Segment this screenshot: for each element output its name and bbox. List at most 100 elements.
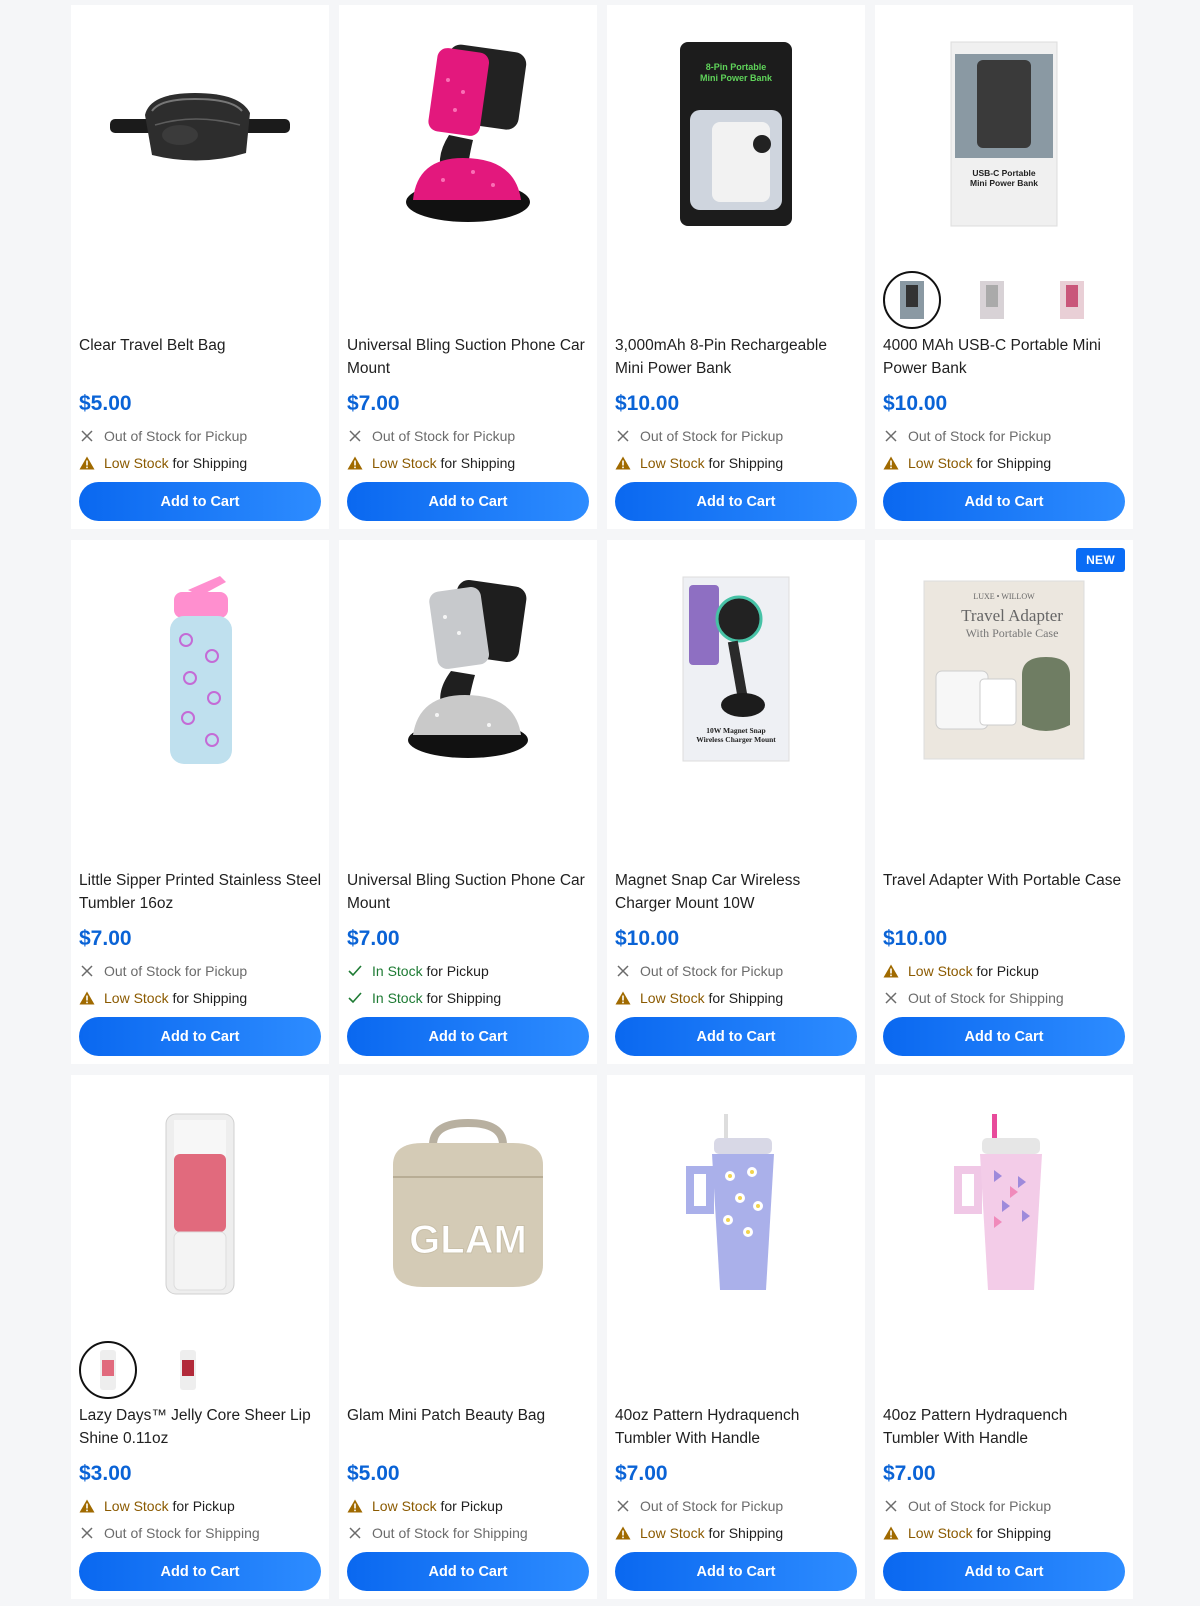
product-title[interactable]: Universal Bling Suction Phone Car Mount [347,869,591,915]
product-image[interactable] [607,1075,865,1335]
availability-text: Low Stock for Shipping [640,455,783,471]
product-title[interactable]: Travel Adapter With Portable Case [883,869,1127,892]
swatch-red[interactable] [159,1341,217,1399]
pickup-availability: Out of Stock for Pickup [79,428,247,444]
lip-shine-image [165,1113,235,1295]
product-image[interactable]: LUXE • WILLOW Travel Adapter With Portab… [875,540,1133,800]
product-price: $7.00 [79,927,132,950]
x-icon [883,1498,899,1514]
fulfillment-method: for Shipping [436,455,516,471]
x-icon [79,1525,95,1541]
swatch-silver[interactable] [963,271,1021,329]
stock-status: Out of Stock [640,428,718,444]
stock-status: Low Stock [908,963,973,979]
warning-icon [883,455,899,471]
shipping-availability: Low Stock for Shipping [615,455,783,471]
product-price: $7.00 [883,1462,936,1485]
product-card[interactable]: Clear Travel Belt Bag $5.00 Out of Stock… [71,5,329,529]
add-to-cart-button[interactable]: Add to Cart [883,482,1125,521]
fulfillment-method: for Pickup [181,428,248,444]
product-image[interactable] [71,540,329,800]
swatch-black[interactable] [883,271,941,329]
swatch-pink[interactable] [79,1341,137,1399]
product-title[interactable]: Lazy Days™ Jelly Core Sheer Lip Shine 0.… [79,1404,323,1450]
stock-status: Out of Stock [104,963,182,979]
product-card[interactable]: USB-C Portable Mini Power Bank 4000 MAh … [875,5,1133,529]
product-title[interactable]: Glam Mini Patch Beauty Bag [347,1404,591,1427]
product-title[interactable]: Little Sipper Printed Stainless Steel Tu… [79,869,323,915]
add-to-cart-button[interactable]: Add to Cart [79,1017,321,1056]
daisy-tumbler-image [686,1114,774,1290]
product-price: $3.00 [79,1462,132,1485]
x-icon [883,990,899,1006]
svg-text:With Portable Case: With Portable Case [966,626,1059,640]
product-title[interactable]: Magnet Snap Car Wireless Charger Mount 1… [615,869,859,915]
product-card[interactable]: GLAM Glam Mini Patch Beauty Bag $5.00 Lo… [339,1075,597,1599]
power-bank-package-image: 8-Pin Portable Mini Power Bank [680,42,792,226]
add-to-cart-button[interactable]: Add to Cart [79,1552,321,1591]
product-card[interactable]: 10W Magnet Snap Wireless Charger Mount M… [607,540,865,1064]
add-to-cart-button[interactable]: Add to Cart [347,1552,589,1591]
product-card[interactable]: Universal Bling Suction Phone Car Mount … [339,540,597,1064]
fulfillment-method: for Pickup [717,1498,784,1514]
product-title[interactable]: 3,000mAh 8-Pin Rechargeable Mini Power B… [615,334,859,380]
glam-bag-image: GLAM [393,1118,543,1287]
product-image[interactable]: 10W Magnet Snap Wireless Charger Mount [607,540,865,800]
add-to-cart-button[interactable]: Add to Cart [883,1017,1125,1056]
product-title[interactable]: 40oz Pattern Hydraquench Tumbler With Ha… [615,1404,859,1450]
product-title[interactable]: Clear Travel Belt Bag [79,334,323,357]
availability-text: Low Stock for Shipping [104,990,247,1006]
svg-text:8-Pin Portable: 8-Pin Portable [706,62,767,72]
warning-icon [79,1498,95,1514]
product-image[interactable] [875,1075,1133,1335]
product-card[interactable]: Little Sipper Printed Stainless Steel Tu… [71,540,329,1064]
product-image[interactable] [71,5,329,265]
availability-text: Low Stock for Pickup [104,1498,235,1514]
product-title[interactable]: 40oz Pattern Hydraquench Tumbler With Ha… [883,1404,1127,1450]
add-to-cart-button[interactable]: Add to Cart [883,1552,1125,1591]
product-card[interactable]: 40oz Pattern Hydraquench Tumbler With Ha… [875,1075,1133,1599]
warning-icon [883,1525,899,1541]
product-image[interactable]: 8-Pin Portable Mini Power Bank [607,5,865,265]
availability-text: Out of Stock for Shipping [908,990,1064,1006]
product-title[interactable]: Universal Bling Suction Phone Car Mount [347,334,591,380]
silver-phone-mount-image [408,580,528,758]
product-image[interactable]: USB-C Portable Mini Power Bank [875,5,1133,265]
fulfillment-method: for Pickup [985,428,1052,444]
fulfillment-method: for Pickup [449,428,516,444]
swatch-pink[interactable] [1043,271,1101,329]
svg-text:Mini Power Bank: Mini Power Bank [700,73,773,83]
shipping-availability: Low Stock for Shipping [347,455,515,471]
product-card[interactable]: 8-Pin Portable Mini Power Bank 3,000mAh … [607,5,865,529]
warning-icon [79,990,95,1006]
add-to-cart-button[interactable]: Add to Cart [79,482,321,521]
product-image[interactable] [339,540,597,800]
warning-icon [79,455,95,471]
stock-status: Low Stock [372,455,437,471]
shipping-availability: Low Stock for Shipping [79,455,247,471]
add-to-cart-button[interactable]: Add to Cart [347,482,589,521]
availability-text: Low Stock for Shipping [372,455,515,471]
availability-text: Out of Stock for Pickup [104,428,247,444]
stock-status: Low Stock [104,990,169,1006]
pickup-availability: Out of Stock for Pickup [883,1498,1051,1514]
stock-status: Low Stock [104,455,169,471]
svg-text:Wireless Charger Mount: Wireless Charger Mount [696,735,776,744]
pickup-availability: Low Stock for Pickup [347,1498,503,1514]
availability-text: Out of Stock for Shipping [104,1525,260,1541]
product-card[interactable]: NEW LUXE • WILLOW Travel Adapter With Po… [875,540,1133,1064]
add-to-cart-button[interactable]: Add to Cart [615,482,857,521]
product-image[interactable]: GLAM [339,1075,597,1335]
product-card[interactable]: 40oz Pattern Hydraquench Tumbler With Ha… [607,1075,865,1599]
product-card[interactable]: Lazy Days™ Jelly Core Sheer Lip Shine 0.… [71,1075,329,1599]
pickup-availability: Out of Stock for Pickup [347,428,515,444]
x-icon [883,428,899,444]
product-image[interactable] [71,1075,329,1335]
add-to-cart-button[interactable]: Add to Cart [347,1017,589,1056]
warning-icon [347,455,363,471]
product-title[interactable]: 4000 MAh USB-C Portable Mini Power Bank [883,334,1127,380]
product-image[interactable] [339,5,597,265]
product-card[interactable]: Universal Bling Suction Phone Car Mount … [339,5,597,529]
add-to-cart-button[interactable]: Add to Cart [615,1017,857,1056]
add-to-cart-button[interactable]: Add to Cart [615,1552,857,1591]
